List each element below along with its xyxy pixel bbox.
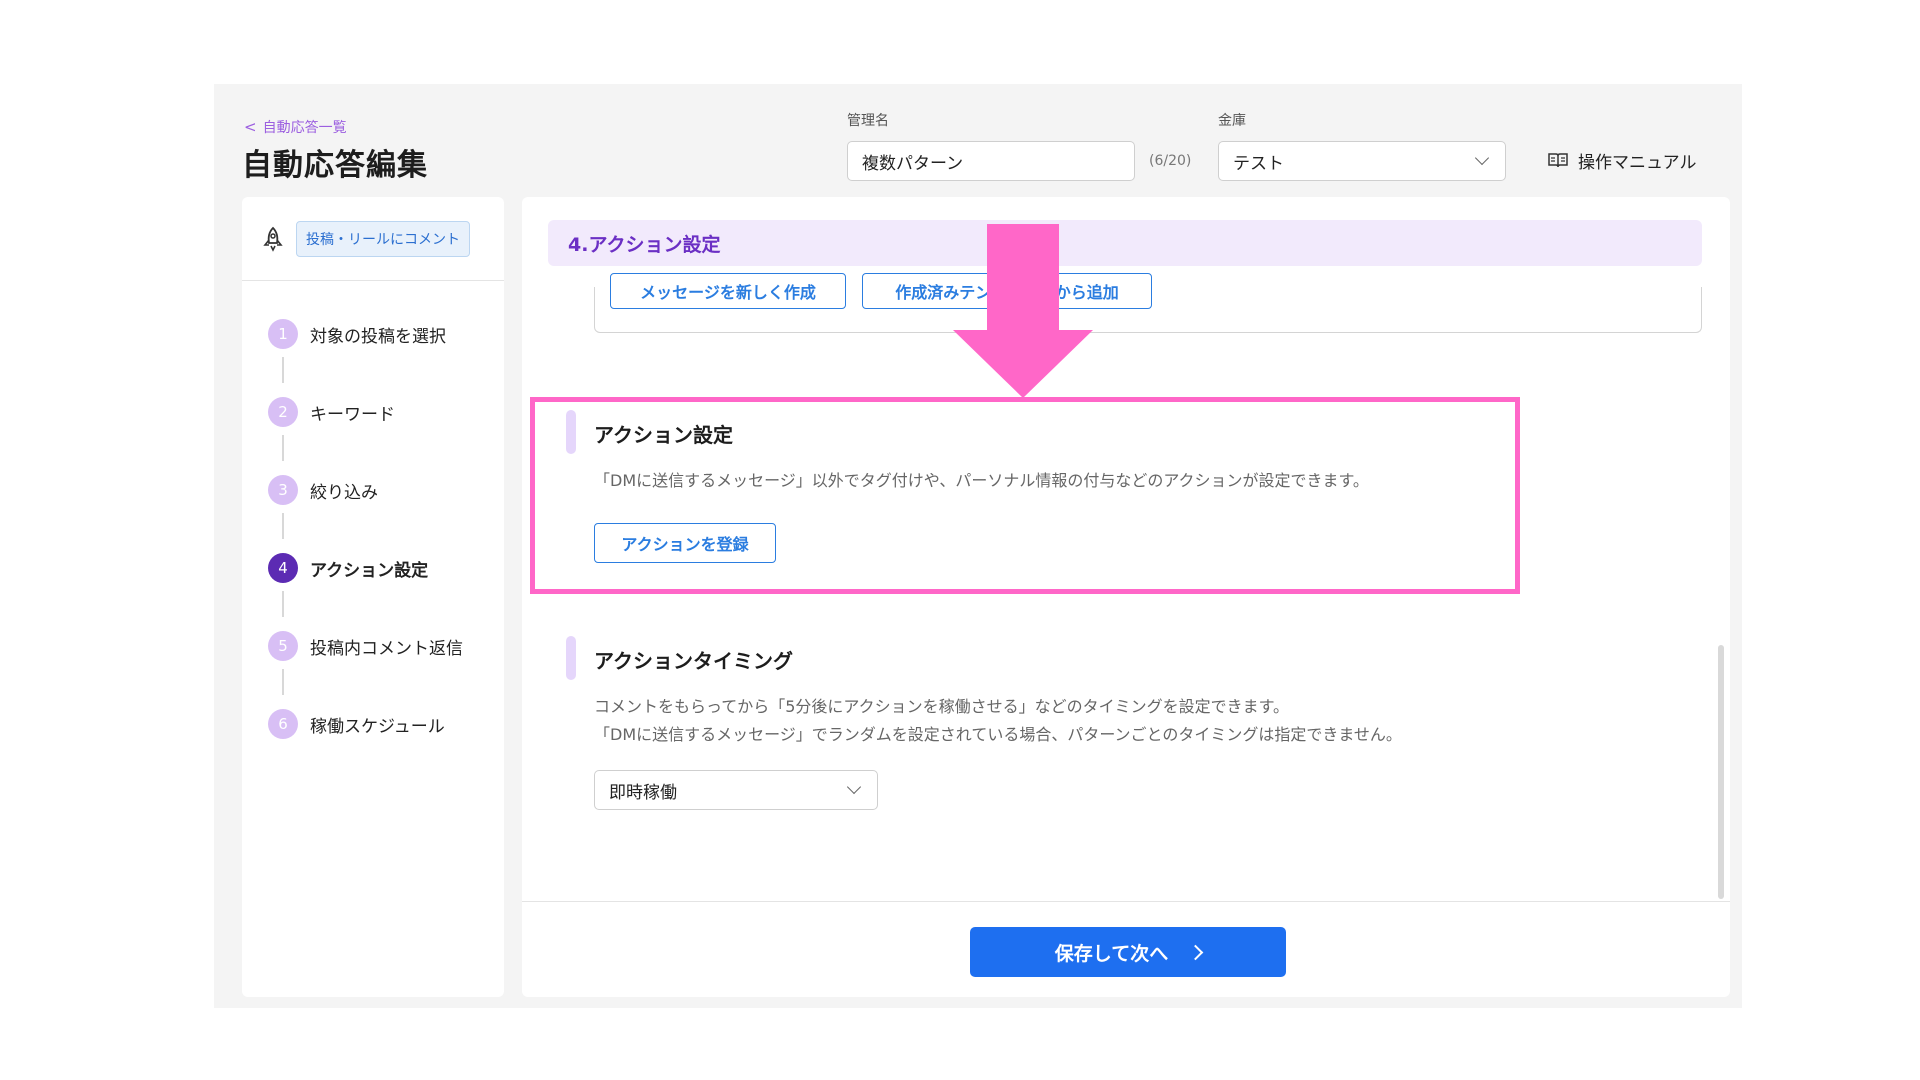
step-sidebar: 投稿・リールにコメント 1 対象の投稿を選択 2 キーワード 3 絞り込み 4 … [242, 197, 504, 997]
manual-link[interactable]: 操作マニュアル [1548, 148, 1697, 173]
step-label: アクション設定 [310, 560, 429, 581]
step-number: 6 [268, 709, 298, 739]
save-and-next-button[interactable]: 保存して次へ [970, 927, 1286, 977]
annotation-arrow-shaft [987, 224, 1059, 332]
action-timing-title: アクションタイミング [594, 649, 793, 673]
book-icon [1548, 153, 1568, 168]
main-content-panel: 4.アクション設定 メッセージを新しく作成 作成済みテンプレートから追加 アクシ… [522, 197, 1730, 997]
step-number: 2 [268, 397, 298, 427]
vault-field-label: 金庫 [1218, 113, 1246, 129]
manual-link-label: 操作マニュアル [1578, 153, 1697, 173]
step-label: キーワード [310, 404, 395, 425]
back-to-list-link[interactable]: < 自動応答一覧 [244, 117, 347, 137]
management-name-value: 複数パターン [862, 153, 964, 174]
management-name-input[interactable]: 複数パターン [847, 141, 1135, 181]
rocket-icon [263, 226, 283, 252]
chevron-down-icon [1474, 150, 1490, 166]
step-number: 4 [268, 553, 298, 583]
footer-divider [522, 901, 1730, 902]
back-link-label: 自動応答一覧 [262, 120, 347, 136]
new-message-button[interactable]: メッセージを新しく作成 [610, 273, 846, 309]
step-number: 5 [268, 631, 298, 661]
step-number: 3 [268, 475, 298, 505]
annotation-highlight-box [530, 397, 1520, 594]
step-label: 絞り込み [310, 482, 378, 503]
chevron-down-icon [846, 779, 862, 795]
trigger-type-badge: 投稿・リールにコメント [296, 220, 470, 257]
timing-select[interactable]: 即時稼働 [594, 770, 878, 810]
vault-select[interactable]: テスト [1218, 141, 1506, 181]
action-timing-description-2: 「DMに送信するメッセージ」でランダムを設定されている場合、パターンごとのタイミ… [594, 725, 1402, 744]
step-label: 稼働スケジュール [310, 716, 445, 737]
step-label: 投稿内コメント返信 [310, 638, 463, 659]
chevron-left-icon: < [244, 118, 257, 136]
step-label: 対象の投稿を選択 [310, 326, 446, 347]
step-list: 1 対象の投稿を選択 2 キーワード 3 絞り込み 4 アクション設定 5 投稿… [242, 281, 504, 763]
section-title: 4.アクション設定 [548, 220, 1702, 266]
action-timing-description-1: コメントをもらってから「5分後にアクションを稼働させる」などのタイミングを設定で… [594, 697, 1289, 716]
section-accent-bar [566, 636, 576, 680]
timing-select-value: 即時稼働 [609, 782, 677, 803]
save-and-next-label: 保存して次へ [1054, 942, 1169, 965]
scrollbar[interactable] [1718, 645, 1724, 899]
page-title: 自動応答編集 [242, 148, 428, 183]
sidebar-header: 投稿・リールにコメント [242, 197, 504, 281]
character-counter: (6/20) [1149, 153, 1192, 169]
step-number: 1 [268, 319, 298, 349]
annotation-arrow-down-icon [953, 330, 1093, 398]
name-field-label: 管理名 [847, 113, 889, 129]
step-item-schedule[interactable]: 6 稼働スケジュール [242, 685, 504, 763]
vault-select-value: テスト [1233, 153, 1284, 174]
chevron-right-icon [1187, 944, 1204, 960]
